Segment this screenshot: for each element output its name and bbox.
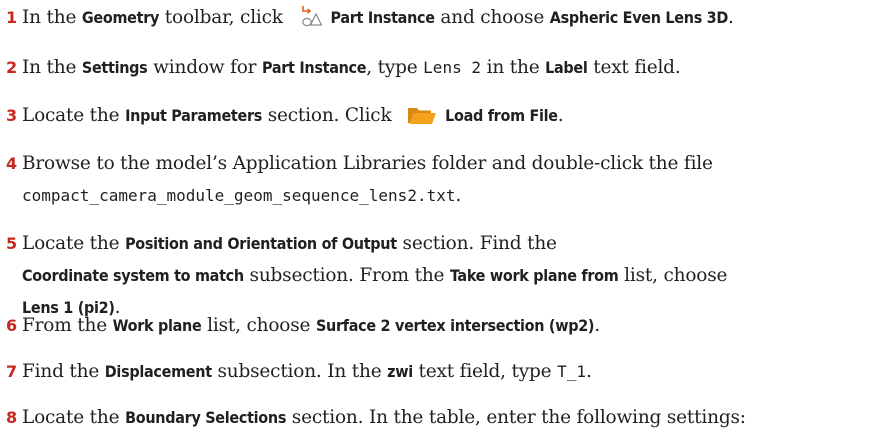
ui-term: Coordinate system to match (22, 266, 244, 285)
file-name: compact_camera_module_geom_sequence_lens… (22, 186, 456, 205)
ui-term: Position and Orientation of Output (125, 234, 397, 253)
ui-term: Label (545, 58, 588, 77)
step-line: Browse to the model’s Application Librar… (22, 153, 713, 174)
ui-term: Aspheric Even Lens 3D (549, 8, 729, 27)
step-number: 7 (6, 362, 18, 381)
step-number: 1 (6, 8, 18, 27)
step-line: Coordinate system to match subsection. F… (22, 265, 728, 286)
step-line: Locate the Input Parameters section. Cli… (22, 100, 564, 132)
step-number: 2 (6, 58, 18, 77)
step-line: Locate the Position and Orientation of O… (22, 233, 557, 254)
ui-term: Part Instance (262, 58, 367, 77)
part-instance-icon (299, 5, 323, 38)
step-line: In the Geometry toolbar, click Part Inst… (22, 2, 734, 34)
typed-value: Lens 2 (423, 58, 481, 77)
step-number: 5 (6, 234, 18, 253)
typed-value: T_1 (557, 362, 586, 381)
ui-term: zwi (387, 362, 413, 381)
ui-term: Boundary Selections (125, 408, 287, 427)
step-number: 6 (6, 316, 18, 335)
ui-term: Load from File (445, 106, 558, 125)
step-line: Locate the Boundary Selections section. … (22, 407, 746, 428)
ui-term: Displacement (104, 362, 212, 381)
ui-term: Work plane (112, 316, 202, 335)
step-line: From the Work plane list, choose Surface… (22, 315, 600, 336)
ui-term: Geometry (81, 8, 160, 27)
step-line: Find the Displacement subsection. In the… (22, 361, 592, 382)
ui-term: Input Parameters (125, 106, 263, 125)
folder-icon (407, 104, 437, 136)
ui-term: Part Instance (330, 8, 436, 27)
step-line: In the Settings window for Part Instance… (22, 57, 681, 78)
step-number: 8 (6, 408, 18, 427)
ui-term: Surface 2 vertex intersection (wp2) (315, 316, 595, 335)
step-number: 3 (6, 106, 18, 125)
step-number: 4 (6, 154, 18, 173)
ui-term: Take work plane from (449, 266, 619, 285)
step-line: compact_camera_module_geom_sequence_lens… (22, 185, 462, 206)
ui-term: Settings (81, 58, 148, 77)
